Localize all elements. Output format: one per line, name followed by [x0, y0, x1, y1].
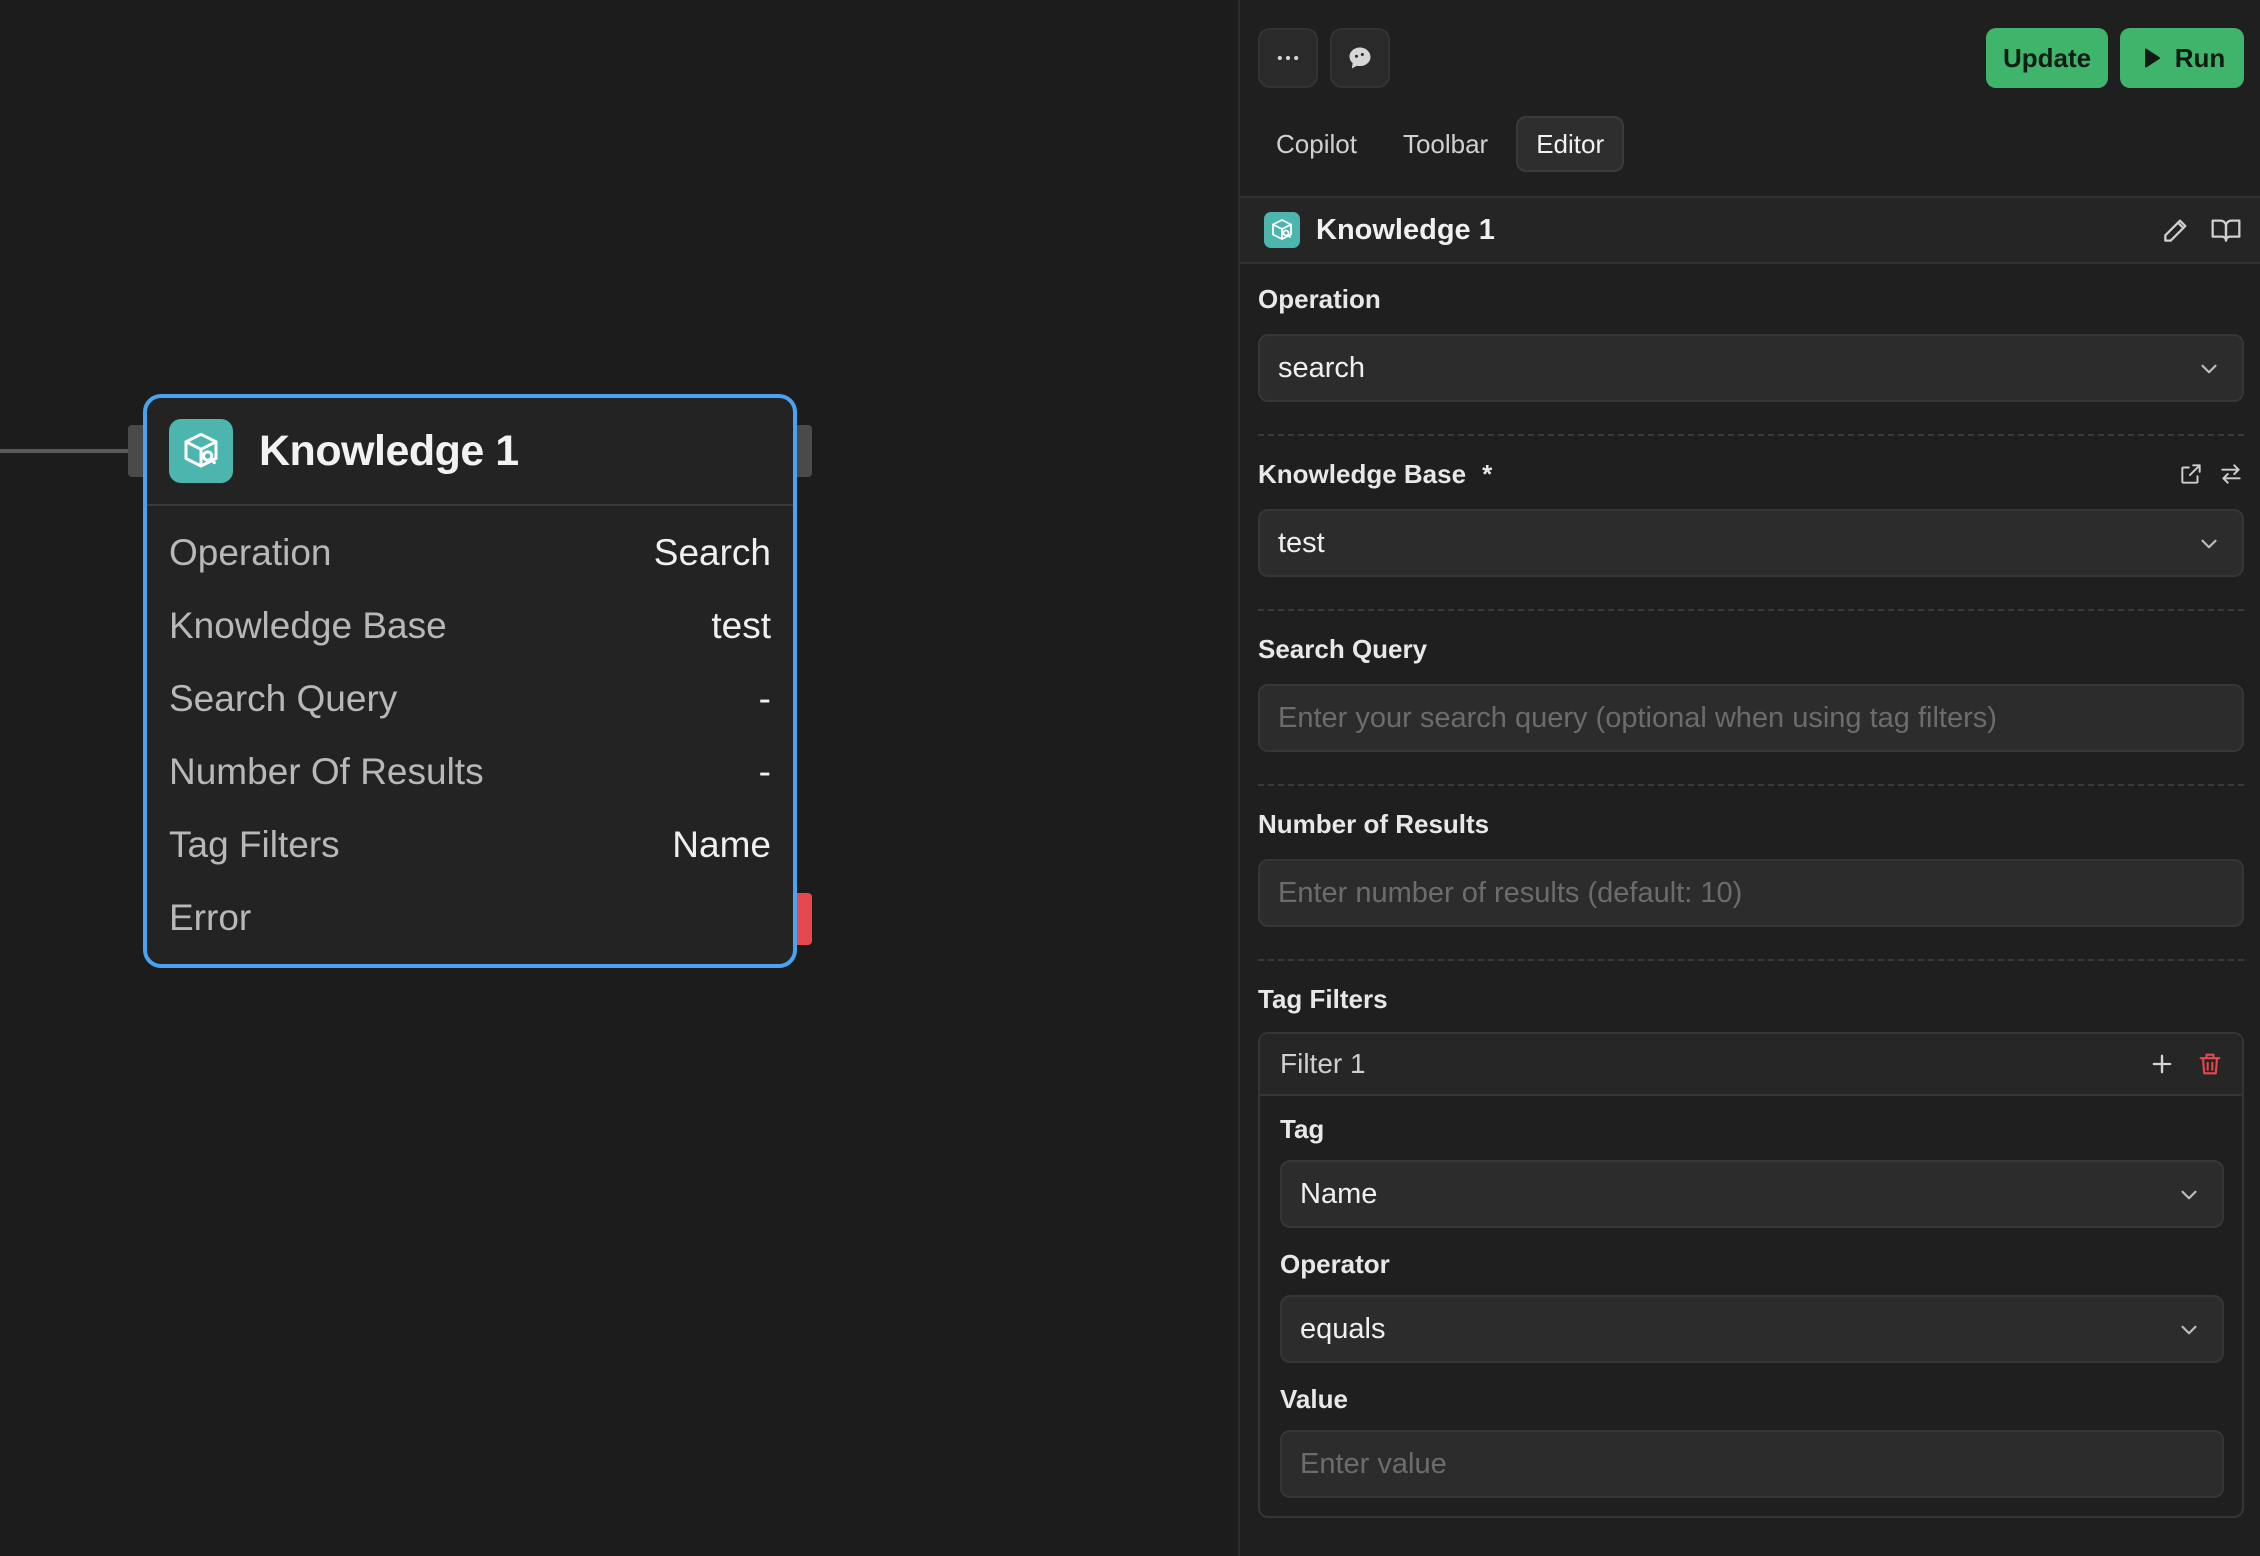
section-divider — [1258, 434, 2244, 436]
operation-select[interactable]: search — [1258, 334, 2244, 402]
number-of-results-input[interactable]: Enter number of results (default: 10) — [1258, 859, 2244, 927]
block-actions — [2160, 214, 2242, 246]
number-of-results-label: Number of Results — [1258, 809, 1490, 839]
node-row-value: test — [711, 604, 771, 646]
operator-value: equals — [1300, 1312, 1386, 1345]
node-row-tag-filters: Tag Filters Name — [169, 808, 771, 881]
knowledge-block-node[interactable]: Knowledge 1 Operation Search Knowledge B… — [143, 394, 797, 968]
required-mark: * — [1482, 459, 1493, 489]
pencil-icon[interactable] — [2160, 214, 2192, 246]
tab-copilot[interactable]: Copilot — [1258, 116, 1375, 172]
connection-edge[interactable] — [0, 449, 128, 453]
node-row-search-query: Search Query - — [169, 662, 771, 735]
chevron-down-icon — [2181, 1190, 2197, 1200]
workflow-canvas[interactable]: Knowledge 1 Operation Search Knowledge B… — [0, 0, 1238, 1556]
node-row-label: Error — [169, 896, 252, 938]
node-rows: Operation Search Knowledge Base test Sea… — [147, 506, 793, 954]
filter-actions — [2148, 1050, 2224, 1078]
plus-icon[interactable] — [2148, 1050, 2176, 1078]
node-row-operation: Operation Search — [169, 516, 771, 589]
value-input[interactable]: Enter value — [1280, 1430, 2224, 1498]
tab-toolbar[interactable]: Toolbar — [1385, 116, 1506, 172]
node-row-label: Tag Filters — [169, 823, 340, 865]
node-row-value: - — [758, 750, 771, 792]
filter-title: Filter 1 — [1280, 1048, 1366, 1079]
external-link-icon[interactable] — [2178, 461, 2204, 487]
run-label: Run — [2174, 42, 2226, 73]
node-row-value: Search — [653, 531, 771, 573]
tag-value: Name — [1300, 1177, 1378, 1210]
chat-button[interactable] — [1330, 28, 1390, 88]
node-row-value: - — [758, 677, 771, 719]
operation-section: Operation search — [1258, 284, 2244, 436]
node-header[interactable]: Knowledge 1 — [147, 398, 793, 506]
chevron-down-icon — [2181, 1325, 2197, 1335]
trash-icon[interactable] — [2196, 1050, 2224, 1078]
more-button[interactable] — [1258, 28, 1318, 88]
node-row-value: Name — [672, 823, 771, 865]
swap-arrows-icon[interactable] — [2218, 461, 2244, 487]
node-row-label: Operation — [169, 531, 332, 573]
block-title: Knowledge 1 — [1316, 213, 1495, 246]
tag-label: Tag — [1280, 1114, 1325, 1144]
operator-select[interactable]: equals — [1280, 1295, 2224, 1363]
chevron-down-icon — [2201, 539, 2217, 549]
chevron-down-icon — [2201, 364, 2217, 374]
tag-filters-section: Tag Filters — [1258, 984, 2244, 1015]
play-icon — [2144, 48, 2160, 68]
book-icon[interactable] — [2210, 214, 2242, 246]
knowledge-base-value: test — [1278, 526, 1325, 559]
chat-bubble-icon — [1349, 47, 1371, 69]
tab-editor[interactable]: Editor — [1516, 116, 1625, 172]
node-row-label: Number Of Results — [169, 750, 484, 792]
node-row-error: Error — [169, 881, 771, 954]
section-divider — [1258, 784, 2244, 786]
operation-label: Operation — [1258, 284, 1381, 314]
block-header: Knowledge 1 — [1240, 196, 2260, 264]
update-button[interactable]: Update — [1986, 28, 2108, 88]
panel-topbar: Update Run — [1240, 0, 2260, 116]
search-query-section: Search Query Enter your search query (op… — [1258, 634, 2244, 786]
knowledge-base-label: Knowledge Base * — [1258, 459, 2244, 490]
search-query-label: Search Query — [1258, 634, 1428, 664]
node-row-knowledge-base: Knowledge Base test — [169, 589, 771, 662]
knowledge-base-select[interactable]: test — [1258, 509, 2244, 577]
node-row-number-of-results: Number Of Results - — [169, 735, 771, 808]
knowledge-base-label-text: Knowledge Base — [1258, 459, 1467, 489]
editor-panel: Update Run Copilot Toolbar Editor Knowle… — [1238, 0, 2260, 1556]
panel-tabs: Copilot Toolbar Editor — [1258, 116, 1625, 172]
tag-select[interactable]: Name — [1280, 1160, 2224, 1228]
node-title: Knowledge 1 — [259, 426, 519, 475]
operator-label: Operator — [1280, 1249, 1390, 1279]
knowledge-cube-search-icon — [169, 419, 233, 483]
filter-header: Filter 1 — [1260, 1034, 2242, 1096]
section-divider — [1258, 959, 2244, 961]
knowledge-base-section: Knowledge Base * test — [1258, 459, 2244, 611]
search-query-input[interactable]: Enter your search query (optional when u… — [1258, 684, 2244, 752]
number-of-results-section: Number of Results Enter number of result… — [1258, 809, 2244, 961]
node-row-label: Search Query — [169, 677, 398, 719]
section-divider — [1258, 609, 2244, 611]
knowledge-base-actions — [2178, 461, 2244, 487]
operation-value: search — [1278, 351, 1366, 384]
filter-card: Filter 1 Tag Name Operator equals Value … — [1258, 1032, 2244, 1518]
node-row-label: Knowledge Base — [169, 604, 447, 646]
knowledge-cube-search-icon — [1264, 212, 1300, 248]
more-horizontal-icon — [1277, 55, 1299, 61]
tag-filters-label: Tag Filters — [1258, 984, 1388, 1014]
value-label: Value — [1280, 1384, 1348, 1414]
run-button[interactable]: Run — [2120, 28, 2244, 88]
